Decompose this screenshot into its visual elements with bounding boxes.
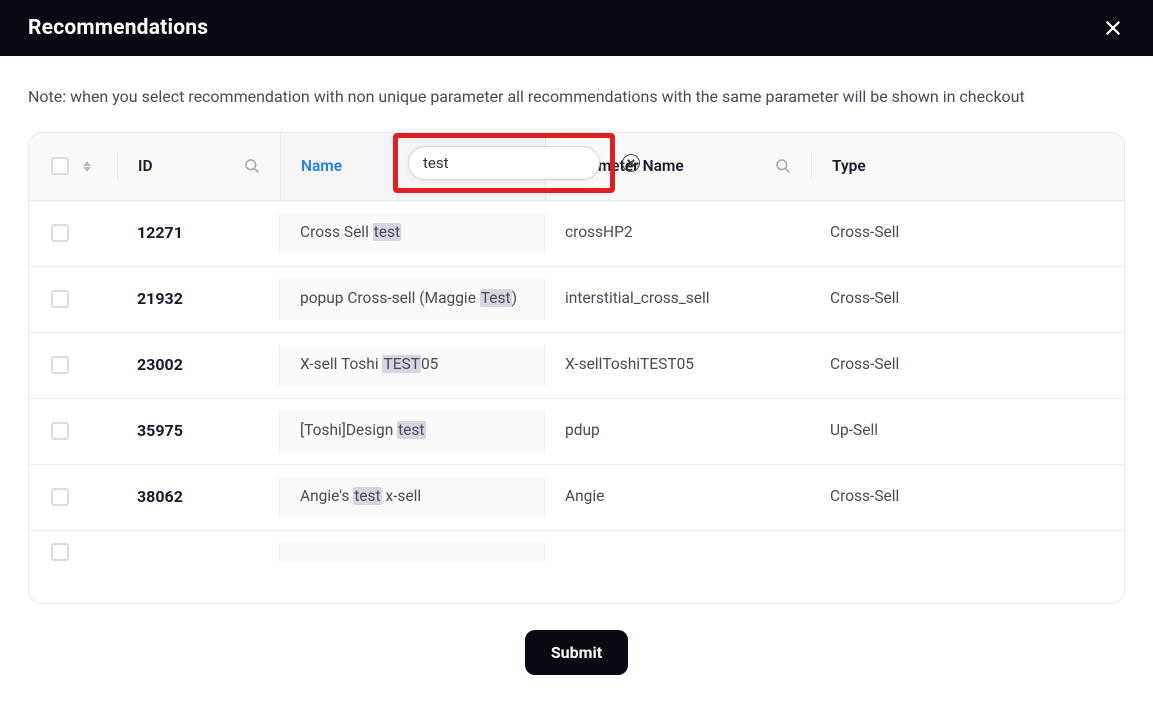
select-all-checkbox[interactable] [51, 157, 69, 175]
table-body[interactable]: 12271 Cross Sell test crossHP2 Cross-Sel… [29, 201, 1124, 603]
cell-id: 35975 [117, 420, 279, 442]
search-icon[interactable] [775, 158, 791, 174]
recommendations-modal: Recommendations Note: when you select re… [0, 0, 1153, 703]
sort-up-icon [83, 161, 91, 166]
row-checkbox[interactable] [51, 224, 69, 242]
cell-parameter: Angie [545, 486, 810, 508]
cell-name [279, 543, 545, 561]
close-icon [1104, 19, 1122, 37]
cell-parameter: X-sellToshiTEST05 [545, 354, 810, 376]
filter-input-container [408, 146, 600, 180]
modal-body: Note: when you select recommendation wit… [0, 56, 1153, 703]
close-circle-icon [627, 159, 635, 167]
cell-type: Cross-Sell [810, 486, 1124, 508]
column-label: ID [138, 157, 153, 175]
table-row[interactable]: 21932 popup Cross-sell (Maggie Test) int… [29, 267, 1124, 333]
table-row[interactable] [29, 531, 1124, 573]
table-row[interactable]: 12271 Cross Sell test crossHP2 Cross-Sel… [29, 201, 1124, 267]
cell-id: 21932 [117, 288, 279, 310]
cell-parameter: interstitial_cross_sell [545, 288, 810, 310]
column-label: Name [301, 157, 342, 175]
cell-type: Cross-Sell [810, 354, 1124, 376]
recommendations-table: ID Name Parameter Name [28, 132, 1125, 604]
row-checkbox[interactable] [51, 488, 69, 506]
clear-filter-button[interactable] [622, 154, 640, 172]
row-checkbox[interactable] [51, 290, 69, 308]
cell-name: popup Cross-sell (Maggie Test) [279, 279, 545, 320]
table-row[interactable]: 23002 X-sell Toshi TEST05 X-sellToshiTES… [29, 333, 1124, 399]
cell-id: 12271 [117, 222, 279, 244]
cell-parameter: crossHP2 [545, 222, 810, 244]
column-checkbox [29, 157, 117, 175]
column-header-id[interactable]: ID [118, 157, 280, 175]
cell-id: 38062 [117, 486, 279, 508]
sort-down-icon [83, 167, 91, 172]
column-label: Type [832, 157, 866, 175]
cell-name: Angie's test x-sell [279, 477, 545, 518]
row-checkbox[interactable] [51, 422, 69, 440]
highlight-box [393, 133, 615, 193]
table-row[interactable]: 35975 [Toshi]Design test pdup Up-Sell [29, 399, 1124, 465]
name-filter-popup [393, 133, 615, 193]
column-header-type[interactable]: Type [812, 157, 1124, 175]
cell-id: 23002 [117, 354, 279, 376]
row-checkbox[interactable] [51, 543, 69, 561]
table-header: ID Name Parameter Name [29, 133, 1124, 201]
cell-name: Cross Sell test [279, 213, 545, 254]
cell-type: Up-Sell [810, 420, 1124, 442]
name-filter-input[interactable] [423, 154, 622, 172]
note-text: Note: when you select recommendation wit… [28, 84, 1125, 110]
sort-toggle[interactable] [83, 161, 91, 172]
modal-header: Recommendations [0, 0, 1153, 56]
modal-title: Recommendations [28, 16, 208, 40]
cell-parameter: pdup [545, 420, 810, 442]
cell-type: Cross-Sell [810, 288, 1124, 310]
cell-name: X-sell Toshi TEST05 [279, 345, 545, 386]
close-button[interactable] [1101, 16, 1125, 40]
submit-button[interactable]: Submit [525, 630, 628, 675]
cell-type: Cross-Sell [810, 222, 1124, 244]
modal-footer: Submit [28, 604, 1125, 703]
search-icon[interactable] [244, 158, 260, 174]
table-row[interactable]: 38062 Angie's test x-sell Angie Cross-Se… [29, 465, 1124, 531]
cell-name: [Toshi]Design test [279, 411, 545, 452]
row-checkbox[interactable] [51, 356, 69, 374]
